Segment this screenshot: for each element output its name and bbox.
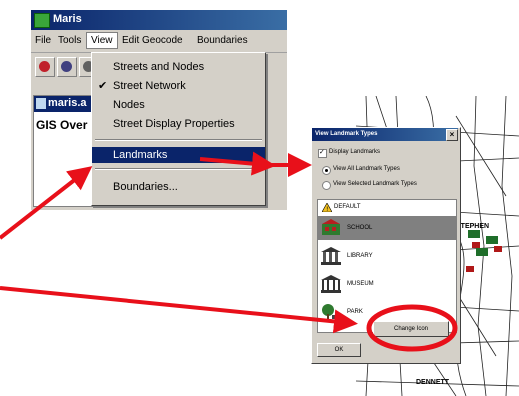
view-selected-radio[interactable]: View Selected Landmark Types bbox=[322, 181, 452, 190]
list-item-default[interactable]: ! DEFAULT bbox=[318, 202, 456, 214]
menu-separator bbox=[95, 168, 262, 170]
warning-icon: ! bbox=[321, 202, 333, 213]
change-icon-button[interactable]: Change Icon bbox=[373, 321, 449, 337]
menu-item-streets-and-nodes[interactable]: Streets and Nodes bbox=[92, 59, 265, 75]
menu-item-label: Landmarks bbox=[113, 149, 168, 161]
map-label-dennett: DENNETT bbox=[416, 379, 450, 386]
child-window-title-bar: maris.a bbox=[34, 96, 94, 112]
menu-item-label: Nodes bbox=[113, 99, 145, 111]
radio-circle bbox=[322, 166, 331, 175]
dialog-title: View Landmark Types bbox=[315, 131, 378, 137]
svg-text:!: ! bbox=[326, 206, 328, 212]
menu-file[interactable]: File bbox=[35, 35, 51, 46]
view-dropdown-menu: Streets and Nodes ✔ Street Network Nodes… bbox=[91, 52, 266, 206]
radio-label: View All Landmark Types bbox=[333, 166, 400, 172]
menu-boundaries[interactable]: Boundaries bbox=[197, 35, 248, 46]
menu-tools[interactable]: Tools bbox=[58, 35, 81, 46]
landmark-type-list[interactable]: ! DEFAULT SCHOOL LIBRARY MUSEUM PARK bbox=[317, 199, 457, 333]
list-item-label: SCHOOL bbox=[347, 225, 373, 231]
list-item-label: DEFAULT bbox=[334, 204, 361, 210]
menu-item-street-network[interactable]: ✔ Street Network bbox=[92, 78, 265, 94]
magnify-button[interactable] bbox=[57, 57, 77, 77]
radio-circle bbox=[322, 181, 331, 190]
menu-item-boundaries[interactable]: Boundaries... bbox=[92, 179, 265, 195]
menu-item-street-display-properties[interactable]: Street Display Properties bbox=[92, 116, 265, 132]
list-item-school[interactable]: SCHOOL bbox=[318, 216, 456, 240]
child-window-title: maris.a bbox=[48, 97, 87, 109]
child-window-text: GIS Over bbox=[36, 118, 88, 132]
menu-item-landmarks[interactable]: Landmarks bbox=[92, 147, 265, 163]
checkbox-box: ✓ bbox=[318, 149, 327, 158]
list-item-museum[interactable]: MUSEUM bbox=[318, 272, 456, 296]
menu-edit-geocode[interactable]: Edit Geocode bbox=[122, 35, 183, 46]
view-all-radio[interactable]: View All Landmark Types bbox=[322, 166, 452, 175]
radio-label: View Selected Landmark Types bbox=[333, 181, 417, 187]
museum-icon bbox=[321, 275, 341, 293]
document-icon bbox=[36, 98, 46, 109]
zoom-icon bbox=[39, 61, 50, 72]
park-icon bbox=[321, 303, 341, 321]
menu-view[interactable]: View bbox=[86, 32, 118, 49]
app-title: Maris bbox=[53, 13, 82, 25]
checkmark-icon: ✔ bbox=[98, 80, 108, 92]
menu-item-nodes[interactable]: Nodes bbox=[92, 97, 265, 113]
close-icon: × bbox=[449, 130, 455, 139]
menu-item-label: Street Network bbox=[113, 80, 186, 92]
school-icon bbox=[321, 219, 341, 237]
menu-item-label: Street Display Properties bbox=[113, 118, 235, 130]
menu-item-label: Boundaries... bbox=[113, 181, 178, 193]
app-title-bar: Maris bbox=[31, 10, 287, 30]
checkbox-label: Display Landmarks bbox=[329, 149, 381, 155]
menu-bar: File Tools View Edit Geocode Boundaries bbox=[31, 30, 287, 53]
ok-button[interactable]: OK bbox=[317, 343, 361, 357]
app-logo-icon bbox=[34, 13, 50, 28]
menu-item-label: Streets and Nodes bbox=[113, 61, 205, 73]
dialog-title-bar: View Landmark Types bbox=[312, 128, 458, 141]
list-item-label: PARK bbox=[347, 309, 363, 315]
list-item-label: LIBRARY bbox=[347, 253, 373, 259]
magnify-icon bbox=[61, 61, 72, 72]
display-landmarks-checkbox[interactable]: ✓ Display Landmarks bbox=[318, 149, 448, 158]
list-item-library[interactable]: LIBRARY bbox=[318, 244, 456, 268]
annotation-arrow bbox=[0, 286, 358, 334]
library-icon bbox=[321, 247, 341, 265]
list-item-label: MUSEUM bbox=[347, 281, 374, 287]
zoom-button[interactable] bbox=[35, 57, 55, 77]
close-button[interactable]: × bbox=[446, 129, 458, 141]
menu-separator bbox=[95, 139, 262, 141]
